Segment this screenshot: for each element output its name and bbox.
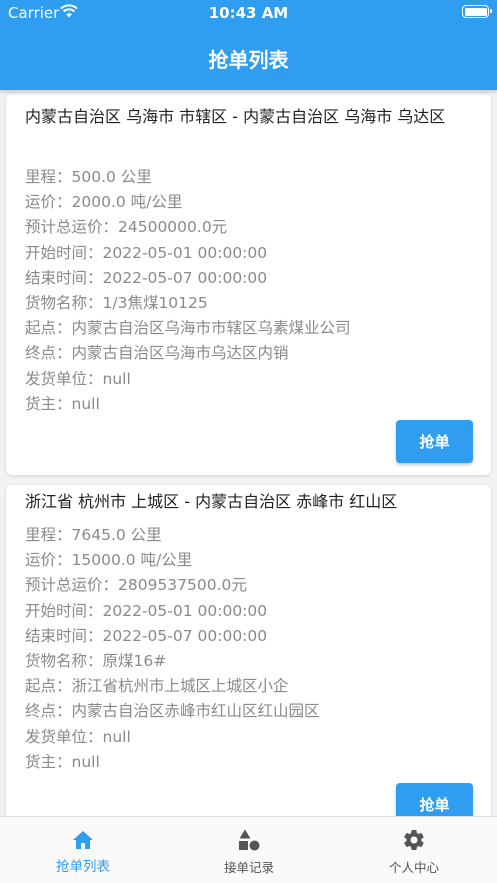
field-destination: 终点：内蒙古自治区赤峰市红山区红山园区 [25,702,320,721]
field-origin: 起点：浙江省杭州市上城区上城区小企 [25,677,289,696]
field-freight-rate: 运价：2000.0 吨/公里 [25,193,183,212]
tab-label: 抢单列表 [56,859,110,875]
battery-icon [462,5,492,18]
field-cargo-owner: 货主：null [25,752,100,771]
field-end-time: 结束时间：2022-05-07 00:00:00 [25,626,268,645]
field-distance: 里程：7645.0 公里 [25,526,162,544]
gear-icon [404,830,424,851]
clock: 10:43 AM [208,4,289,22]
tab-accepted-records[interactable]: 接单记录 [166,817,332,883]
field-total-freight: 预计总运价：2809537500.0元 [25,576,247,595]
field-cargo-name: 货物名称：原煤16# [25,651,167,670]
grab-order-button[interactable]: 抢单 [396,783,473,816]
status-bar: Carrier 10:43 AM [0,0,497,26]
field-start-time: 开始时间：2022-05-01 00:00:00 [25,601,268,620]
route-title: 内蒙古自治区 乌海市 市辖区 - 内蒙古自治区 乌海市 乌达区 [25,107,446,126]
tab-label: 接单记录 [223,860,274,875]
route-title: 浙江省 杭州市 上城区 - 内蒙古自治区 赤峰市 红山区 [25,492,398,511]
order-card: 浙江省 杭州市 上城区 - 内蒙古自治区 赤峰市 红山区 里程：7645.0 公… [6,485,491,816]
field-shipper: 发货单位：null [25,369,131,388]
field-start-time: 开始时间：2022-05-01 00:00:00 [25,243,268,262]
field-shipper: 发货单位：null [25,727,131,746]
tab-personal-center[interactable]: 个人中心 [331,817,497,883]
field-freight-rate: 运价：15000.0 吨/公里 [25,551,193,570]
app-header: Carrier 10:43 AM 抢单列表 [0,0,497,90]
home-icon [73,831,93,849]
field-cargo-owner: 货主：null [25,394,100,413]
order-list[interactable]: 内蒙古自治区 乌海市 市辖区 - 内蒙古自治区 乌海市 乌达区 里程：500.0… [0,90,497,816]
order-card: 内蒙古自治区 乌海市 市辖区 - 内蒙古自治区 乌海市 乌达区 里程：500.0… [6,94,491,475]
grab-order-button[interactable]: 抢单 [396,420,473,463]
shapes-icon [239,829,260,851]
field-distance: 里程：500.0 公里 [25,168,152,186]
field-end-time: 结束时间：2022-05-07 00:00:00 [25,268,268,287]
field-origin: 起点：内蒙古自治区乌海市市辖区乌素煤业公司 [25,319,351,338]
tab-bar: 抢单列表 接单记录 个人中心 [0,816,497,883]
tab-label: 个人中心 [388,860,439,875]
field-cargo-name: 货物名称：1/3焦煤10125 [25,293,208,312]
tab-order-list[interactable]: 抢单列表 [0,817,166,883]
field-total-freight: 预计总运价：24500000.0元 [25,218,228,237]
field-destination: 终点：内蒙古自治区乌海市乌达区内销 [25,344,289,363]
page-title: 抢单列表 [208,48,289,72]
